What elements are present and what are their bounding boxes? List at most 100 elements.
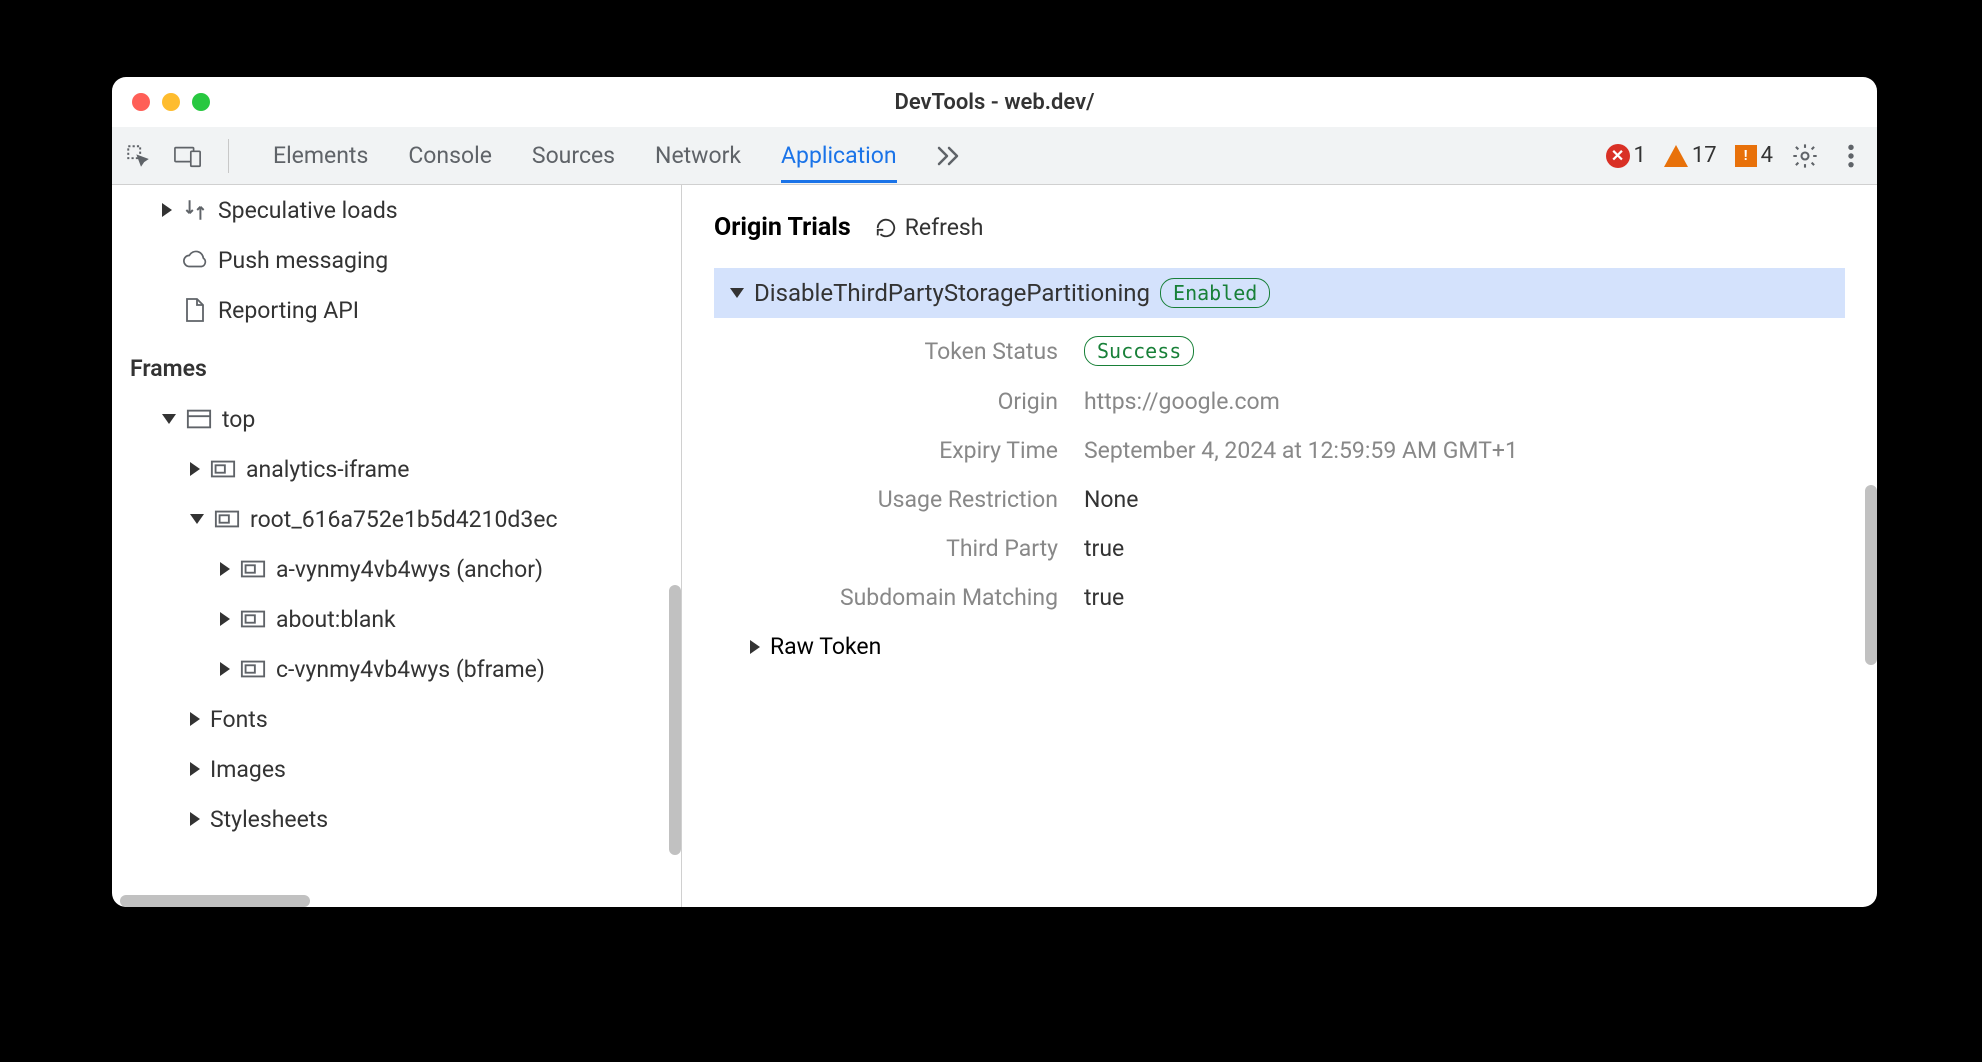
sidebar-item-reporting-api[interactable]: Reporting API [112, 285, 681, 335]
origin-value: https://google.com [1084, 388, 1280, 415]
tab-strip: Elements Console Sources Network Applica… [273, 128, 965, 183]
settings-icon[interactable] [1791, 142, 1819, 170]
chevron-right-icon [190, 462, 200, 476]
tab-elements[interactable]: Elements [273, 128, 368, 183]
frame-analytics-iframe[interactable]: analytics-iframe [112, 444, 681, 494]
sidebar-item-label: Images [210, 756, 286, 783]
tab-console[interactable]: Console [408, 128, 492, 183]
application-sidebar[interactable]: Speculative loads Push messaging Reporti… [112, 185, 682, 907]
third-party-value: true [1084, 535, 1124, 562]
tab-application[interactable]: Application [781, 128, 897, 183]
sidebar-item-push-messaging[interactable]: Push messaging [112, 235, 681, 285]
kebab-menu-icon[interactable] [1837, 142, 1865, 170]
usage-label: Usage Restriction [714, 486, 1084, 513]
flag-icon: ! [1735, 145, 1757, 167]
tab-network[interactable]: Network [655, 128, 741, 183]
errors-value: 1 [1634, 143, 1646, 168]
trial-status-badge: Enabled [1160, 278, 1270, 308]
subdomain-label: Subdomain Matching [714, 584, 1084, 611]
frame-label: top [222, 406, 255, 433]
minimize-window-button[interactable] [162, 93, 180, 111]
frame-label: a-vynmy4vb4wys (anchor) [276, 556, 543, 583]
chevron-down-icon [730, 288, 744, 298]
row-third-party: Third Party true [714, 535, 1845, 562]
titlebar: DevTools - web.dev/ [112, 77, 1877, 127]
chevron-right-icon [220, 612, 230, 626]
sidebar-item-label: Fonts [210, 706, 268, 733]
frame-label: analytics-iframe [246, 456, 409, 483]
document-icon [182, 297, 208, 323]
trial-name: DisableThirdPartyStoragePartitioning [754, 279, 1150, 307]
token-status-label: Token Status [714, 338, 1084, 365]
traffic-lights [132, 93, 210, 111]
more-tabs-icon[interactable] [937, 142, 965, 170]
frame-label: c-vynmy4vb4wys (bframe) [276, 656, 545, 683]
speculative-loads-icon [182, 197, 208, 223]
warnings-count[interactable]: 17 [1664, 143, 1717, 168]
token-status-value: Success [1084, 336, 1194, 366]
raw-token-toggle[interactable]: Raw Token [750, 633, 1845, 660]
refresh-label: Refresh [905, 214, 984, 241]
chevron-right-icon [190, 812, 200, 826]
row-subdomain: Subdomain Matching true [714, 584, 1845, 611]
row-token-status: Token Status Success [714, 336, 1845, 366]
subdomain-value: true [1084, 584, 1124, 611]
row-origin: Origin https://google.com [714, 388, 1845, 415]
origin-label: Origin [714, 388, 1084, 415]
issues-value: 4 [1761, 143, 1773, 168]
errors-count[interactable]: ✕ 1 [1606, 143, 1646, 168]
sidebar-item-label: Speculative loads [218, 197, 398, 224]
sidebar-item-stylesheets[interactable]: Stylesheets [112, 794, 681, 844]
sidebar-item-images[interactable]: Images [112, 744, 681, 794]
sidebar-item-label: Reporting API [218, 297, 359, 324]
sidebar-vscroll-thumb[interactable] [669, 585, 681, 855]
issues-count[interactable]: ! 4 [1735, 143, 1773, 168]
frames-section-heading: Frames [112, 335, 681, 394]
devtools-window: DevTools - web.dev/ Elements Console Sou… [112, 77, 1877, 907]
frame-label: about:blank [276, 606, 396, 633]
third-party-label: Third Party [714, 535, 1084, 562]
refresh-button[interactable]: Refresh [875, 214, 984, 241]
trial-header[interactable]: DisableThirdPartyStoragePartitioning Ena… [714, 268, 1845, 318]
tab-sources[interactable]: Sources [532, 128, 615, 183]
chevron-down-icon [190, 514, 204, 524]
expiry-value: September 4, 2024 at 12:59:59 AM GMT+1 [1084, 437, 1518, 464]
error-icon: ✕ [1606, 144, 1630, 168]
inspect-element-icon[interactable] [124, 142, 152, 170]
chevron-down-icon [162, 414, 176, 424]
chevron-right-icon [220, 562, 230, 576]
warning-icon [1664, 145, 1688, 167]
close-window-button[interactable] [132, 93, 150, 111]
iframe-icon [240, 606, 266, 632]
chevron-right-icon [220, 662, 230, 676]
sidebar-hscroll-thumb[interactable] [120, 895, 310, 907]
panel-header: Origin Trials Refresh [714, 213, 1845, 242]
main-vscroll-thumb[interactable] [1865, 485, 1877, 665]
iframe-icon [240, 556, 266, 582]
frame-top[interactable]: top [112, 394, 681, 444]
sidebar-item-fonts[interactable]: Fonts [112, 694, 681, 744]
usage-value: None [1084, 486, 1138, 513]
refresh-icon [875, 217, 897, 239]
raw-token-label: Raw Token [770, 633, 881, 660]
origin-trials-panel: Origin Trials Refresh DisableThirdPartyS… [682, 185, 1877, 907]
toolbar-separator [228, 139, 229, 173]
frame-child-b[interactable]: about:blank [112, 594, 681, 644]
sidebar-item-label: Push messaging [218, 247, 388, 274]
row-expiry: Expiry Time September 4, 2024 at 12:59:5… [714, 437, 1845, 464]
window-title: DevTools - web.dev/ [112, 90, 1877, 115]
row-usage: Usage Restriction None [714, 486, 1845, 513]
chevron-right-icon [190, 712, 200, 726]
sidebar-item-speculative-loads[interactable]: Speculative loads [112, 185, 681, 235]
frame-child-a[interactable]: a-vynmy4vb4wys (anchor) [112, 544, 681, 594]
chevron-right-icon [190, 762, 200, 776]
frame-root[interactable]: root_616a752e1b5d4210d3ec [112, 494, 681, 544]
window-icon [186, 406, 212, 432]
device-toggle-icon[interactable] [174, 142, 202, 170]
iframe-icon [240, 656, 266, 682]
panel-title: Origin Trials [714, 213, 851, 242]
warnings-value: 17 [1692, 143, 1717, 168]
body-area: Speculative loads Push messaging Reporti… [112, 185, 1877, 907]
frame-child-c[interactable]: c-vynmy4vb4wys (bframe) [112, 644, 681, 694]
maximize-window-button[interactable] [192, 93, 210, 111]
